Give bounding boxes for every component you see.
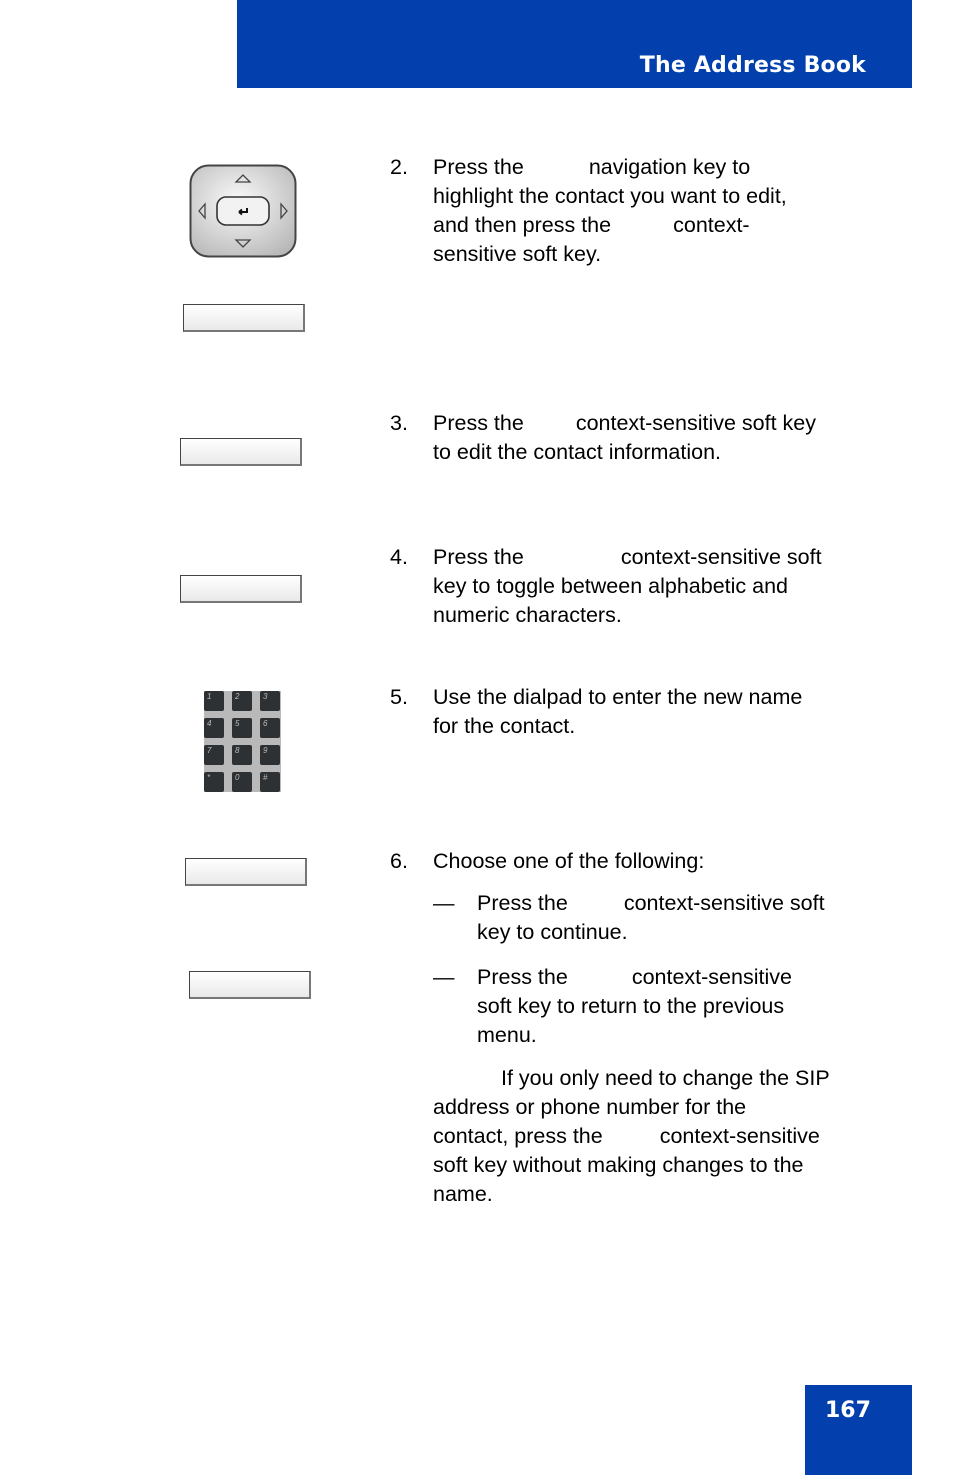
dialpad-icon: 1 2 3 4 5 6 7 8 9 * 0 # xyxy=(204,691,281,792)
text: navigation key to xyxy=(588,155,751,179)
text: to edit the contact information. xyxy=(433,440,722,464)
text: Press the xyxy=(433,411,524,435)
dialpad-key: 8 xyxy=(232,745,252,765)
dialpad-key: 9 xyxy=(260,745,280,765)
dialpad-key: 5 xyxy=(232,718,252,738)
soft-key-back xyxy=(189,971,311,999)
text: Press the xyxy=(477,965,568,989)
section-title: The Address Book xyxy=(639,53,866,78)
header-bar: The Address Book xyxy=(237,0,912,88)
dialpad-key: 7 xyxy=(204,745,224,765)
text: highlight the contact you want to edit, xyxy=(433,184,787,208)
text: context-sensitive soft xyxy=(620,545,822,569)
dialpad-key: 0 xyxy=(232,772,252,792)
text: context-sensitive xyxy=(631,965,792,989)
text: menu. xyxy=(477,1023,537,1047)
text: context-sensitive xyxy=(659,1124,820,1148)
soft-key-step3 xyxy=(180,438,302,466)
text: for the contact. xyxy=(433,714,576,738)
text: name. xyxy=(433,1182,493,1206)
step-number: 2. xyxy=(390,155,408,179)
text: Choose one of the following: xyxy=(433,849,705,873)
text: numeric characters. xyxy=(433,603,622,627)
dialpad-key: 4 xyxy=(204,718,224,738)
text: context- xyxy=(673,213,750,237)
dialpad-key: 3 xyxy=(260,691,280,711)
step-number: 6. xyxy=(390,849,408,873)
text: Use the dialpad to enter the new name xyxy=(433,685,803,709)
text: key to continue. xyxy=(477,920,628,944)
text: If you only need to change the SIP xyxy=(501,1066,830,1090)
dialpad-key: 1 xyxy=(204,691,224,711)
dash-bullet: — xyxy=(433,965,455,989)
step-number: 3. xyxy=(390,411,408,435)
dash-bullet: — xyxy=(433,891,455,915)
navigation-key-icon xyxy=(189,164,297,258)
text: soft key to return to the previous xyxy=(477,994,785,1018)
text: sensitive soft key. xyxy=(433,242,602,266)
dialpad-key: * xyxy=(204,772,224,792)
text: address or phone number for the xyxy=(433,1095,747,1119)
text: soft key without making changes to the xyxy=(433,1153,804,1177)
page-number-box: 167 xyxy=(805,1385,912,1475)
soft-key-edit-step2 xyxy=(183,304,305,332)
dialpad-key: 2 xyxy=(232,691,252,711)
dialpad-key: 6 xyxy=(260,718,280,738)
step-number: 5. xyxy=(390,685,408,709)
text: Press the xyxy=(433,155,524,179)
soft-key-continue xyxy=(185,858,307,886)
text: and then press the xyxy=(433,213,612,237)
text: context-sensitive soft xyxy=(623,891,825,915)
page-number: 167 xyxy=(825,1398,871,1423)
step-number: 4. xyxy=(390,545,408,569)
text: contact, press the xyxy=(433,1124,603,1148)
soft-key-step4 xyxy=(180,575,302,603)
dialpad-key: # xyxy=(260,772,280,792)
text: Press the xyxy=(477,891,568,915)
text: key to toggle between alphabetic and xyxy=(433,574,789,598)
text: Press the xyxy=(433,545,524,569)
text: context-sensitive soft key xyxy=(575,411,817,435)
